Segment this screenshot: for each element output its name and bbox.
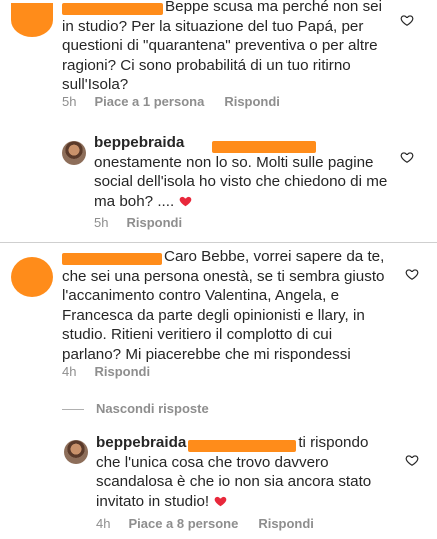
comment-thread-2: Caro Bebbe, vorrei sapere da te, che sei… — [0, 243, 437, 539]
reply-username[interactable]: beppebraida — [94, 134, 184, 151]
hide-replies-line — [62, 409, 84, 410]
reply-button[interactable]: Rispondi — [126, 215, 182, 230]
like-heart-icon[interactable] — [400, 150, 414, 164]
reply-body: onestamente non lo so. Molti sulle pagin… — [94, 153, 388, 210]
hide-replies-button[interactable]: Nascondi risposte — [96, 401, 209, 416]
red-heart-emoji-icon — [215, 496, 227, 506]
reply-time: 4h — [96, 516, 111, 531]
comment-time: 5h — [62, 94, 77, 109]
reply-meta: 4h Piace a 8 persone Rispondi — [96, 516, 334, 531]
comment-text: Beppe scusa ma perché non sei in studio?… — [62, 0, 382, 93]
red-heart-emoji-icon — [180, 196, 192, 206]
avatar-redacted[interactable] — [11, 257, 53, 297]
reply-username[interactable]: beppebraida — [96, 434, 186, 451]
reply-time: 5h — [94, 215, 109, 230]
like-heart-icon[interactable] — [405, 453, 419, 467]
comment-text: Caro Bebbe, vorrei sapere da te, che sei… — [62, 248, 385, 363]
reply-text: beppebraida ti rispondo che l'unica cosa … — [96, 433, 396, 511]
comment-meta: 4h Rispondi — [62, 364, 170, 379]
reply-button[interactable]: Rispondi — [258, 516, 314, 531]
comment-meta: 5h Piace a 1 persona Rispondi — [62, 94, 300, 109]
avatar-redacted[interactable] — [11, 3, 53, 37]
reply-button[interactable]: Rispondi — [224, 94, 280, 109]
avatar[interactable] — [62, 141, 86, 165]
comment-thread-1: Beppe scusa ma perché non sei in studio?… — [0, 0, 437, 242]
reply-text: beppebraida onestamente non lo so. Molti… — [94, 133, 394, 211]
reply-meta: 5h Rispondi — [94, 215, 202, 230]
likes-count-link[interactable]: Piace a 1 persona — [94, 94, 204, 109]
likes-count-link[interactable]: Piace a 8 persone — [128, 516, 238, 531]
like-heart-icon[interactable] — [400, 13, 414, 27]
avatar[interactable] — [64, 440, 88, 464]
reply-button[interactable]: Rispondi — [94, 364, 150, 379]
comment-time: 4h — [62, 364, 77, 379]
like-heart-icon[interactable] — [405, 267, 419, 281]
